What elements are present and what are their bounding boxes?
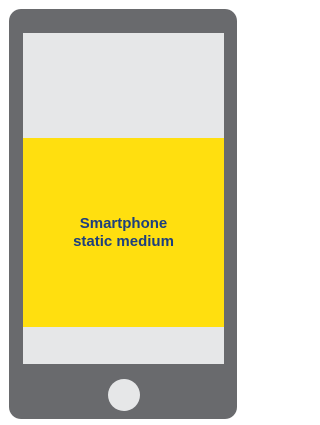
static-medium-ad-slot: Smartphone static medium <box>23 138 224 327</box>
smartphone-device: Smartphone static medium <box>9 9 237 419</box>
ad-slot-label-line2: static medium <box>73 232 174 250</box>
ad-slot-label: Smartphone static medium <box>73 215 174 251</box>
home-button[interactable] <box>108 379 140 411</box>
ad-slot-label-line1: Smartphone <box>79 214 168 232</box>
phone-screen: Smartphone static medium <box>23 33 224 364</box>
